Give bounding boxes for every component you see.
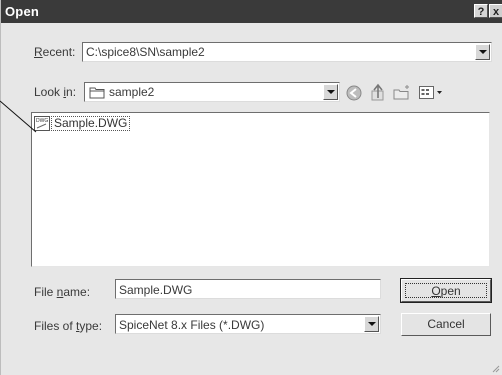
open-button[interactable]: Open	[400, 278, 492, 303]
recent-dropdown-button[interactable]	[475, 44, 490, 60]
look-in-dropdown-button[interactable]	[323, 84, 338, 100]
callout-pointer-line	[0, 100, 37, 133]
file-list[interactable]: DWG Sample.DWG	[31, 112, 490, 267]
recent-combobox[interactable]: C:\spice8\SN\sample2	[82, 42, 492, 62]
new-folder-icon[interactable]	[392, 84, 412, 101]
folder-icon	[89, 87, 105, 99]
close-button[interactable]: x	[489, 4, 502, 18]
title-bar[interactable]: Open ? x	[1, 0, 502, 23]
look-in-combobox[interactable]: sample2	[84, 82, 340, 102]
file-name-value: Sample.DWG	[119, 283, 193, 297]
files-of-type-dropdown-button[interactable]	[364, 316, 379, 332]
recent-path-value: C:\spice8\SN\sample2	[86, 45, 205, 59]
open-dialog: Open ? x Recent: C:\spice8\SN\sample2 Lo…	[0, 0, 502, 375]
files-of-type-label: Files of type:	[34, 319, 103, 333]
files-of-type-combobox[interactable]: SpiceNet 8.x Files (*.DWG)	[115, 314, 381, 334]
file-name-label: File name:	[34, 285, 91, 299]
file-item-name: Sample.DWG	[51, 116, 131, 131]
file-name-input[interactable]: Sample.DWG	[115, 279, 381, 299]
look-in-value: sample2	[109, 85, 155, 99]
files-of-type-value: SpiceNet 8.x Files (*.DWG)	[119, 318, 265, 332]
resize-grip-icon[interactable]	[490, 363, 500, 373]
help-button[interactable]: ?	[474, 4, 488, 18]
up-folder-icon[interactable]	[369, 83, 387, 102]
cancel-button[interactable]: Cancel	[401, 313, 491, 336]
back-icon[interactable]	[345, 84, 363, 102]
view-menu-icon[interactable]	[418, 84, 444, 101]
